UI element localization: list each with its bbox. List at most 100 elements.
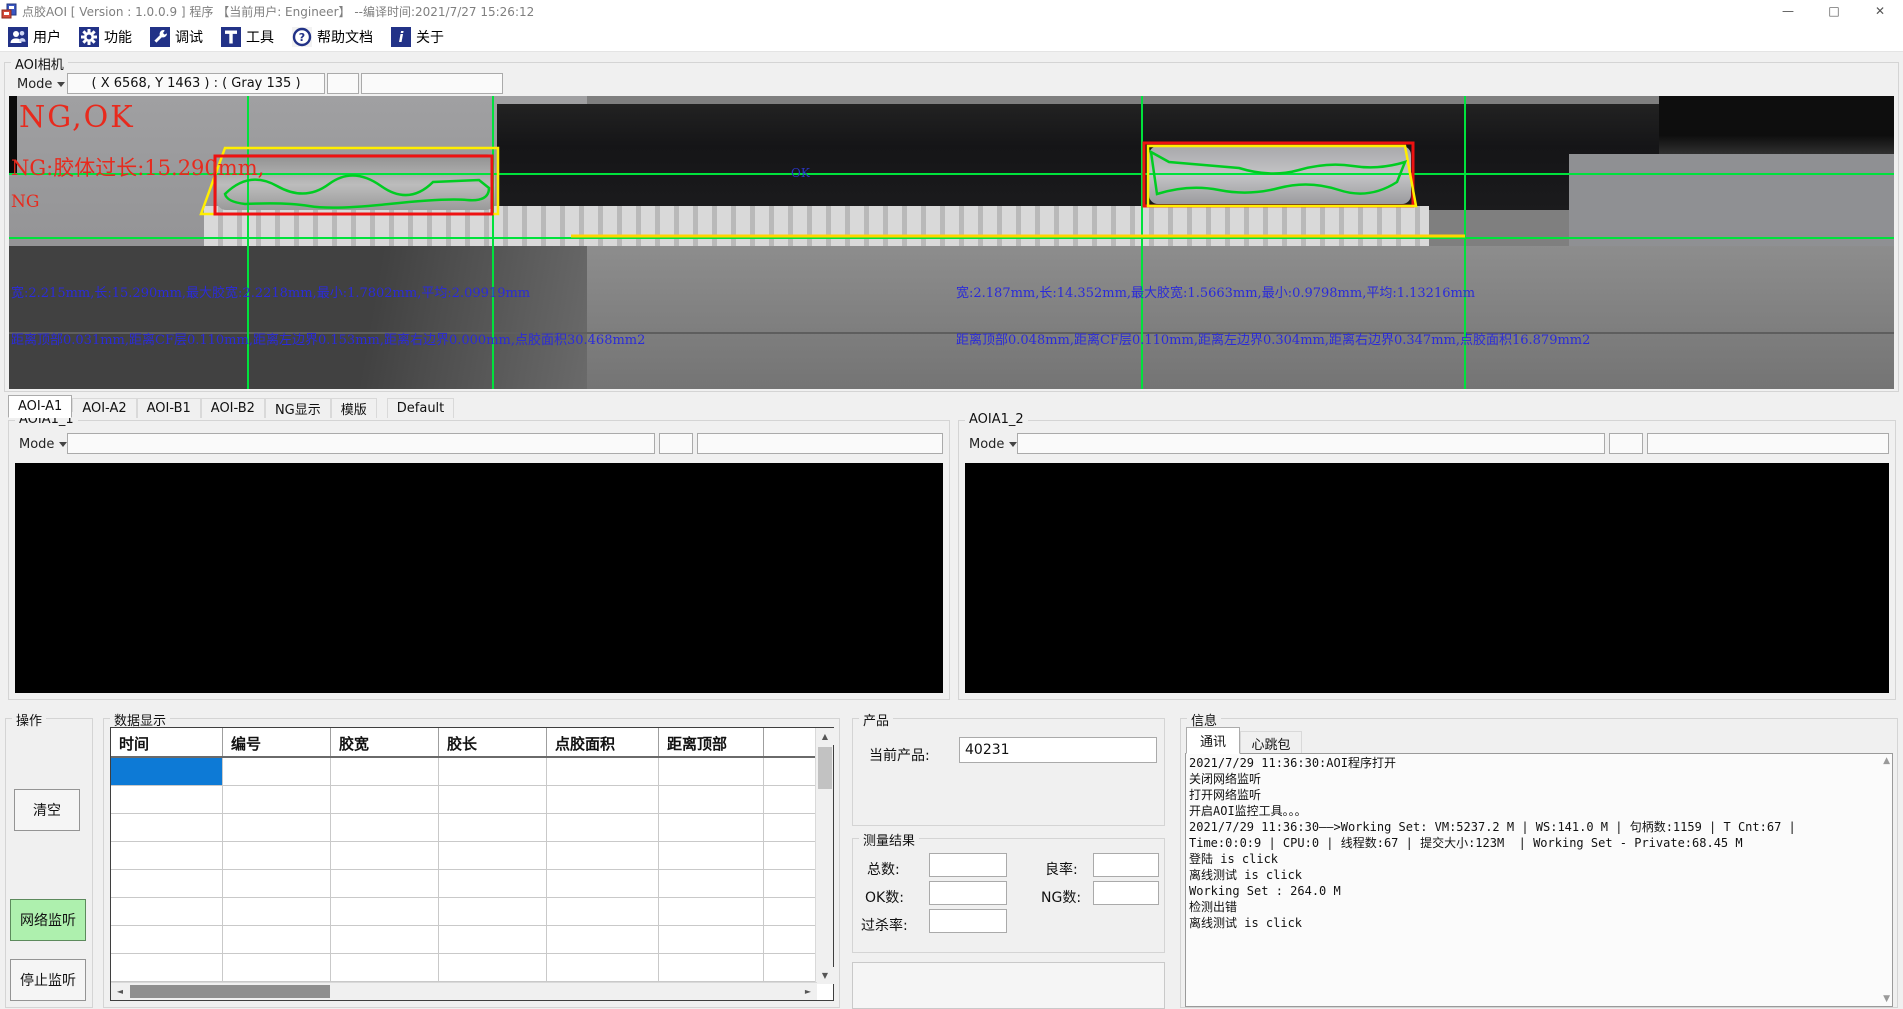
tab-aoi-b1[interactable]: AOI-B1 bbox=[137, 398, 201, 418]
table-cell[interactable] bbox=[223, 870, 331, 897]
table-cell[interactable] bbox=[439, 758, 547, 785]
table-cell[interactable] bbox=[111, 786, 223, 813]
camera-field-extra[interactable] bbox=[361, 73, 503, 94]
table-cell[interactable] bbox=[659, 842, 764, 869]
toolbar-help-button[interactable]: ? 帮助文档 bbox=[292, 27, 373, 47]
hscroll-thumb[interactable] bbox=[130, 985, 330, 998]
table-cell[interactable] bbox=[331, 842, 439, 869]
view-b-mode-dropdown[interactable]: Mode bbox=[965, 434, 1017, 454]
overkill-field[interactable] bbox=[929, 909, 1007, 933]
total-field[interactable] bbox=[929, 853, 1007, 877]
table-cell[interactable] bbox=[223, 758, 331, 785]
table-cell[interactable] bbox=[331, 898, 439, 925]
table-cell[interactable] bbox=[111, 898, 223, 925]
scroll-up-icon[interactable]: ▲ bbox=[816, 728, 834, 745]
minimize-button[interactable]: — bbox=[1765, 0, 1811, 22]
table-cell[interactable] bbox=[439, 954, 547, 981]
table-cell[interactable] bbox=[547, 814, 659, 841]
table-cell[interactable] bbox=[111, 842, 223, 869]
tab-template[interactable]: 模版 bbox=[331, 398, 377, 418]
view-b-field-1[interactable] bbox=[1017, 433, 1605, 454]
log-scroll-down-icon[interactable]: ▼ bbox=[1883, 994, 1890, 1004]
yield-field[interactable] bbox=[1093, 853, 1159, 877]
log-box[interactable]: 2021/7/29 11:36:30:AOI程序打开 关闭网络监听 打开网络监听… bbox=[1185, 753, 1893, 1007]
scroll-left-icon[interactable]: ◄ bbox=[111, 983, 129, 1000]
scroll-right-icon[interactable]: ► bbox=[799, 983, 817, 1000]
col-glue-width[interactable]: 胶宽 bbox=[331, 728, 439, 756]
view-a-mode-dropdown[interactable]: Mode bbox=[15, 434, 67, 454]
table-cell[interactable] bbox=[331, 926, 439, 953]
table-cell[interactable] bbox=[111, 870, 223, 897]
table-cell[interactable] bbox=[331, 954, 439, 981]
close-button[interactable]: ✕ bbox=[1857, 0, 1903, 22]
maximize-button[interactable]: □ bbox=[1811, 0, 1857, 22]
tab-aoi-a2[interactable]: AOI-A2 bbox=[72, 398, 136, 418]
table-cell[interactable] bbox=[659, 786, 764, 813]
table-cell[interactable] bbox=[659, 898, 764, 925]
table-cell-selected[interactable] bbox=[111, 758, 223, 785]
table-cell[interactable] bbox=[223, 926, 331, 953]
view-a-field-3[interactable] bbox=[697, 433, 943, 454]
table-cell[interactable] bbox=[331, 786, 439, 813]
view-a-field-2[interactable] bbox=[659, 433, 693, 454]
table-cell[interactable] bbox=[547, 842, 659, 869]
view-b-canvas[interactable] bbox=[965, 463, 1889, 693]
tab-heartbeat[interactable]: 心跳包 bbox=[1240, 731, 1302, 754]
table-cell[interactable] bbox=[547, 926, 659, 953]
table-cell[interactable] bbox=[439, 814, 547, 841]
table-cell[interactable] bbox=[439, 842, 547, 869]
table-cell[interactable] bbox=[223, 898, 331, 925]
tab-default[interactable]: Default bbox=[387, 398, 455, 418]
table-cell[interactable] bbox=[547, 758, 659, 785]
table-cell[interactable] bbox=[111, 814, 223, 841]
table-cell[interactable] bbox=[223, 954, 331, 981]
toolbar-tools-button[interactable]: 工具 bbox=[221, 27, 274, 47]
table-cell[interactable] bbox=[331, 870, 439, 897]
view-a-field-1[interactable] bbox=[67, 433, 655, 454]
table-cell[interactable] bbox=[223, 842, 331, 869]
table-cell[interactable] bbox=[223, 786, 331, 813]
col-dist-top[interactable]: 距离顶部 bbox=[659, 728, 764, 756]
vscroll-thumb[interactable] bbox=[818, 747, 832, 789]
table-cell[interactable] bbox=[547, 870, 659, 897]
camera-mode-dropdown[interactable]: Mode bbox=[13, 74, 65, 94]
ng-count-field[interactable] bbox=[1093, 881, 1159, 905]
table-cell[interactable] bbox=[331, 758, 439, 785]
toolbar-debug-button[interactable]: 调试 bbox=[150, 27, 203, 47]
col-id[interactable]: 编号 bbox=[223, 728, 331, 756]
ok-count-field[interactable] bbox=[929, 881, 1007, 905]
table-cell[interactable] bbox=[659, 758, 764, 785]
table-cell[interactable] bbox=[111, 954, 223, 981]
table-cell[interactable] bbox=[547, 786, 659, 813]
toolbar-function-button[interactable]: 功能 bbox=[79, 27, 132, 47]
table-cell[interactable] bbox=[547, 898, 659, 925]
scroll-down-icon[interactable]: ▼ bbox=[816, 967, 834, 984]
table-cell[interactable] bbox=[111, 926, 223, 953]
col-time[interactable]: 时间 bbox=[111, 728, 223, 756]
tab-aoi-a1[interactable]: AOI-A1 bbox=[8, 395, 72, 418]
table-cell[interactable] bbox=[659, 954, 764, 981]
stop-listen-button[interactable]: 停止监听 bbox=[10, 959, 86, 1001]
view-b-field-3[interactable] bbox=[1647, 433, 1889, 454]
table-cell[interactable] bbox=[439, 898, 547, 925]
table-cell[interactable] bbox=[223, 814, 331, 841]
table-cell[interactable] bbox=[547, 954, 659, 981]
network-listen-button[interactable]: 网络监听 bbox=[10, 899, 86, 941]
table-cell[interactable] bbox=[439, 786, 547, 813]
toolbar-about-button[interactable]: i 关于 bbox=[391, 27, 444, 47]
table-horizontal-scrollbar[interactable]: ◄ ► bbox=[111, 982, 817, 1000]
camera-image[interactable]: NG,OK NG:胶体过长:15.290mm, NG OK 宽:2.215mm,… bbox=[9, 96, 1894, 389]
table-vertical-scrollbar[interactable]: ▲ ▼ bbox=[815, 728, 833, 984]
clear-button[interactable]: 清空 bbox=[14, 789, 80, 831]
view-b-field-2[interactable] bbox=[1609, 433, 1643, 454]
toolbar-user-button[interactable]: 用户 bbox=[8, 27, 61, 47]
camera-field-small[interactable] bbox=[327, 73, 359, 94]
pixel-info-field[interactable]: ( X 6568, Y 1463 ) : ( Gray 135 ) bbox=[67, 73, 325, 94]
log-scroll-up-icon[interactable]: ▲ bbox=[1883, 756, 1890, 766]
col-glue-area[interactable]: 点胶面积 bbox=[547, 728, 659, 756]
col-glue-length[interactable]: 胶长 bbox=[439, 728, 547, 756]
tab-comm[interactable]: 通讯 bbox=[1186, 727, 1240, 754]
table-cell[interactable] bbox=[659, 814, 764, 841]
table-cell[interactable] bbox=[659, 926, 764, 953]
view-a-canvas[interactable] bbox=[15, 463, 943, 693]
